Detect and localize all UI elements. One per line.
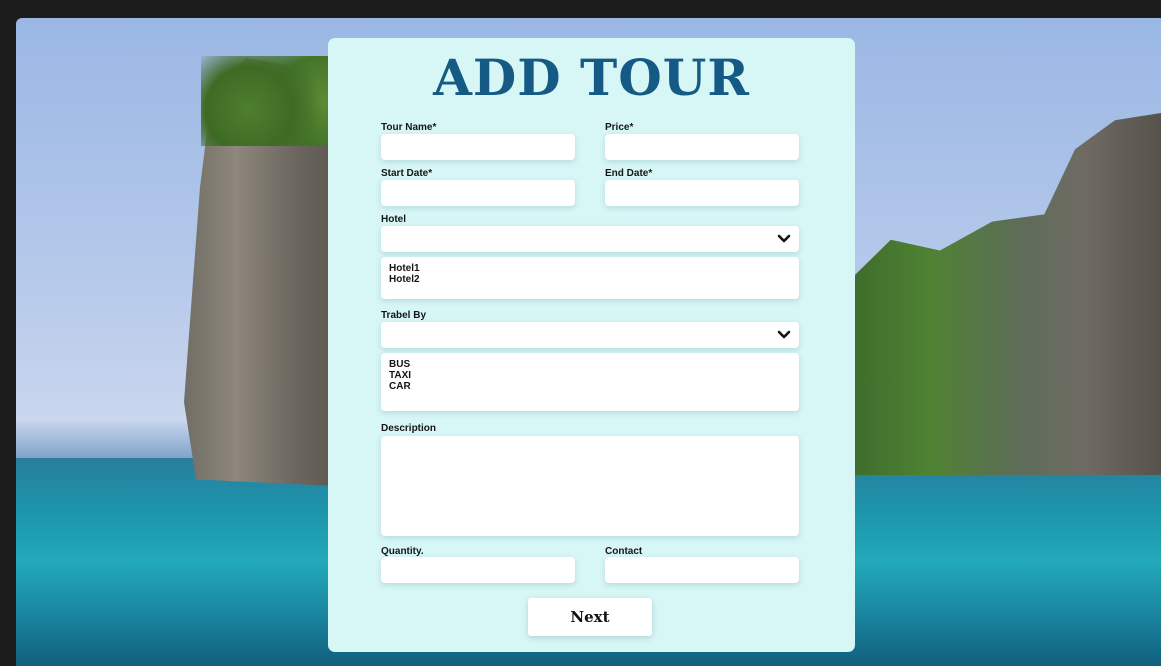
add-tour-form: ADD TOUR Tour Name* Price* Start Date* E…: [328, 38, 855, 652]
next-button[interactable]: Next: [528, 598, 652, 636]
contact-input[interactable]: [605, 557, 799, 583]
hotel-option[interactable]: Hotel2: [389, 274, 799, 285]
hotel-select[interactable]: [381, 226, 799, 252]
form-title: ADD TOUR: [433, 48, 750, 107]
start-date-input[interactable]: [381, 180, 575, 206]
price-label: Price*: [605, 122, 634, 133]
price-input[interactable]: [605, 134, 799, 160]
travel-option[interactable]: TAXI: [389, 370, 799, 381]
right-cliff: [854, 113, 1161, 475]
end-date-label: End Date*: [605, 168, 653, 179]
start-date-label: Start Date*: [381, 168, 433, 179]
hotel-label: Hotel: [381, 214, 406, 225]
travel-option[interactable]: CAR: [389, 381, 799, 392]
quantity-input[interactable]: [381, 557, 575, 583]
tour-name-label: Tour Name*: [381, 122, 437, 133]
chevron-down-icon: [777, 330, 791, 339]
contact-label: Contact: [605, 546, 643, 557]
travel-by-select[interactable]: [381, 322, 799, 348]
travel-option[interactable]: BUS: [389, 359, 799, 370]
end-date-input[interactable]: [605, 180, 799, 206]
travel-options-list: BUS TAXI CAR: [381, 353, 799, 411]
description-textarea[interactable]: [381, 436, 799, 536]
chevron-down-icon: [777, 234, 791, 243]
travel-by-label: Trabel By: [381, 310, 427, 321]
tour-name-input[interactable]: [381, 134, 575, 160]
description-label: Description: [381, 423, 437, 434]
hotel-options-list: Hotel1 Hotel2: [381, 257, 799, 299]
hotel-option[interactable]: Hotel1: [389, 263, 799, 274]
quantity-label: Quantity.: [381, 546, 424, 557]
